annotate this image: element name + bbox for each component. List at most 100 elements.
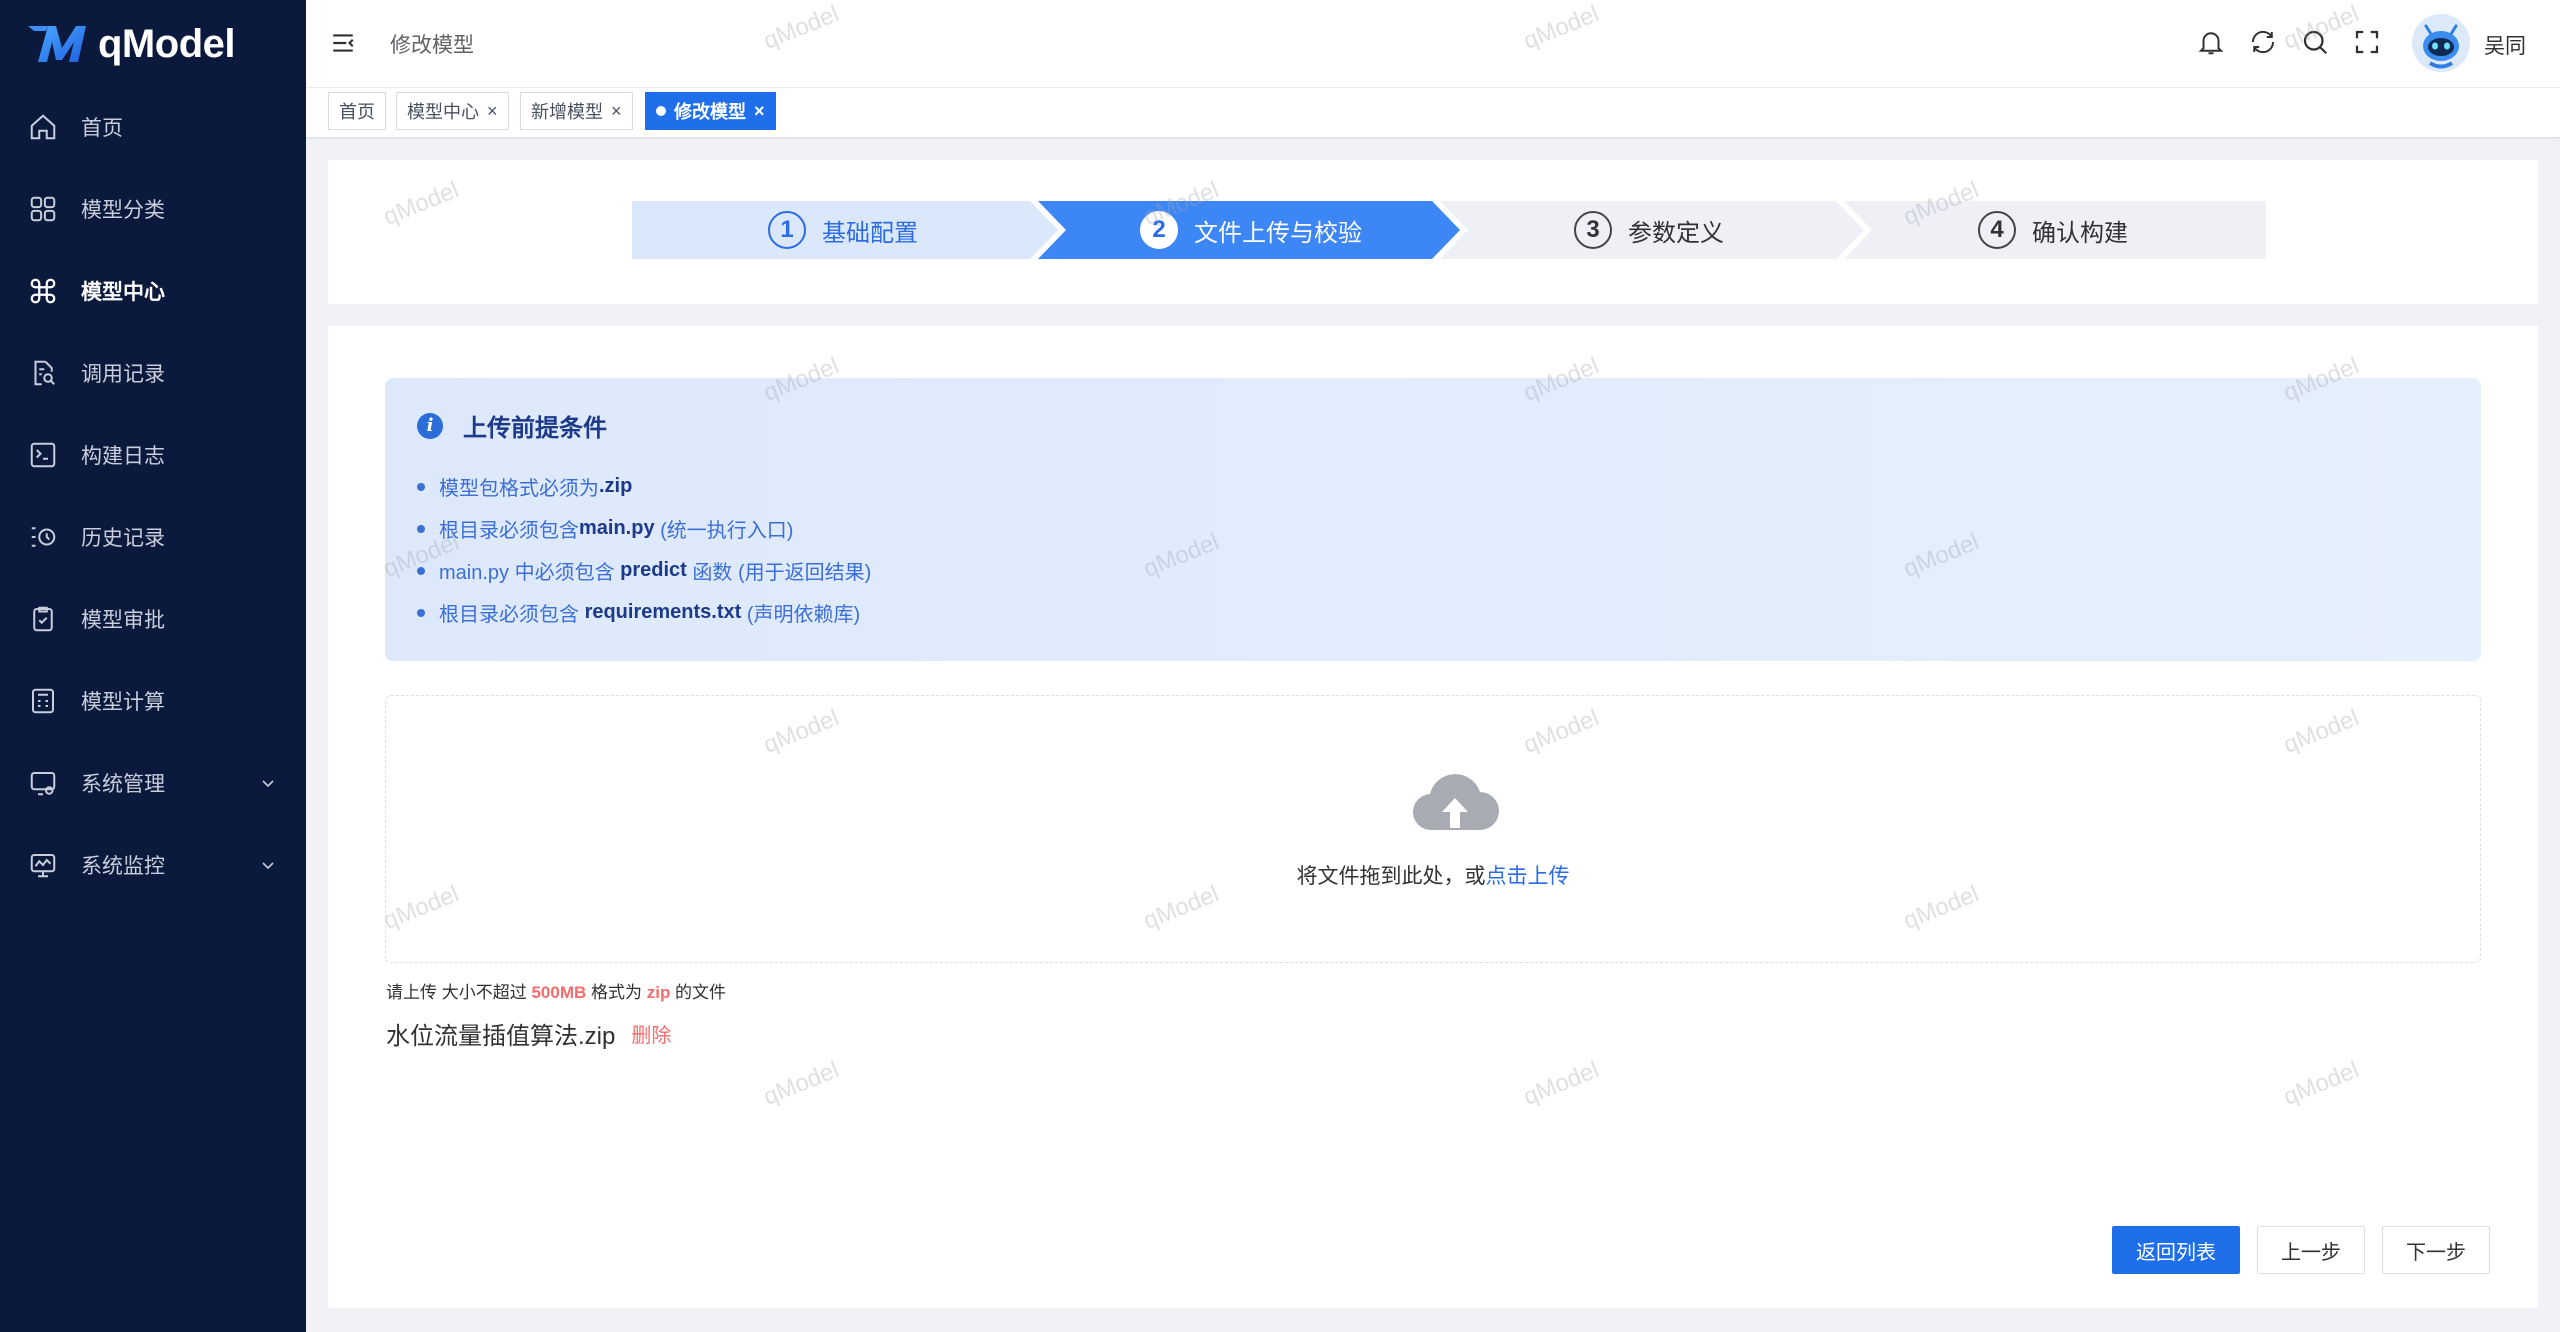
rule-item: 根目录必须包含 requirements.txt (声明依赖库): [417, 598, 860, 627]
home-icon: [30, 114, 56, 140]
upload-dropzone[interactable]: 将文件拖到此处，或点击上传: [385, 695, 2481, 963]
calculator-icon: [32, 688, 54, 714]
tip-text: 的文件: [670, 983, 727, 1002]
breadcrumb[interactable]: 修改模型: [390, 29, 474, 59]
close-icon[interactable]: ×: [754, 101, 765, 122]
chevron-down-icon: [262, 862, 274, 870]
sidebar-item-label: 首页: [81, 117, 123, 140]
rule-keyword: main.py: [579, 517, 655, 539]
step-number: 2: [1140, 211, 1178, 249]
sidebar-item-model-center[interactable]: 模型中心: [0, 260, 306, 322]
uploaded-file-item: 水位流量插值算法.zip 删除: [386, 1016, 671, 1051]
dropzone-text: 将文件拖到此处，或点击上传: [386, 860, 2480, 890]
grid-icon: [30, 196, 56, 222]
sidebar-item-build-logs[interactable]: 构建日志: [0, 424, 306, 486]
history-list-icon: [31, 527, 56, 547]
terminal-icon: [30, 442, 56, 468]
tag-label: 模型中心: [407, 102, 479, 122]
sidebar-item-label: 模型分类: [81, 199, 165, 222]
rule-keyword: requirements.txt: [584, 601, 742, 623]
sidebar-item-call-records[interactable]: 调用记录: [0, 342, 306, 404]
document-search-icon: [34, 360, 55, 386]
logo-mark-icon: [28, 26, 86, 62]
sidebar-item-label: 系统监控: [81, 855, 165, 878]
bullet-icon: [417, 566, 425, 575]
click-upload-link[interactable]: 点击上传: [1486, 865, 1570, 888]
brand-name: qModel: [98, 21, 235, 66]
step-4[interactable]: 4 确认构建: [1978, 201, 2128, 259]
close-icon[interactable]: ×: [611, 101, 622, 122]
sidebar: qModel 首页 模型分类 模型中心 调用记录 构建日志 历史记录 模型审批 …: [0, 0, 306, 1332]
app-logo[interactable]: qModel: [26, 20, 235, 68]
sidebar-item-history[interactable]: 历史记录: [0, 506, 306, 568]
clipboard-check-icon: [33, 606, 53, 632]
file-name: 水位流量插值算法.zip: [386, 1023, 616, 1050]
avatar[interactable]: [2412, 14, 2470, 72]
sidebar-item-label: 历史记录: [81, 527, 165, 550]
menu-fold-icon[interactable]: [330, 30, 356, 56]
step-number: 3: [1574, 211, 1612, 249]
rule-text: main.py 中必须包含: [439, 562, 621, 584]
delete-file-link[interactable]: 删除: [631, 1019, 671, 1048]
back-to-list-button[interactable]: 返回列表: [2112, 1226, 2240, 1274]
sidebar-item-compute[interactable]: 模型计算: [0, 670, 306, 732]
rule-keyword: predict: [620, 559, 687, 581]
step-number: 4: [1978, 211, 2016, 249]
sidebar-item-home[interactable]: 首页: [0, 96, 306, 158]
tip-text: 格式为: [586, 983, 647, 1002]
chevron-down-icon: [262, 780, 274, 788]
tag-label: 新增模型: [531, 102, 603, 122]
step-label: 确认构建: [2032, 219, 2128, 247]
tag-home[interactable]: 首页: [328, 92, 386, 130]
step-3[interactable]: 3 参数定义: [1574, 201, 1724, 259]
sidebar-item-label: 调用记录: [81, 363, 165, 386]
tag-model-center[interactable]: 模型中心 ×: [396, 92, 509, 130]
fullscreen-icon[interactable]: [2352, 27, 2382, 57]
tag-label: 修改模型: [674, 102, 746, 122]
rule-text: 模型包格式必须为: [439, 478, 599, 500]
monitor-chart-icon: [30, 854, 56, 878]
robot-avatar-icon: [2412, 14, 2470, 72]
step-1[interactable]: 1 基础配置: [768, 201, 918, 259]
rule-item: 根目录必须包含 main.py (统一执行入口): [417, 514, 793, 543]
tag-add-model[interactable]: 新增模型 ×: [520, 92, 633, 130]
tag-edit-model[interactable]: 修改模型 ×: [645, 92, 776, 130]
rule-text: 根目录必须包含: [439, 520, 579, 542]
bullet-icon: [417, 608, 425, 617]
tip-size: 500MB: [531, 983, 587, 1002]
bell-icon[interactable]: [2196, 27, 2226, 57]
tip-format: zip: [646, 983, 671, 1002]
sidebar-item-label: 模型审批: [81, 609, 165, 632]
step-label: 文件上传与校验: [1194, 219, 1362, 247]
rule-note: (统一执行入口): [654, 520, 794, 542]
rule-text: 根目录必须包含: [439, 604, 585, 626]
prev-step-button[interactable]: 上一步: [2257, 1226, 2365, 1274]
alert-title: 上传前提条件: [463, 415, 607, 442]
step-label: 基础配置: [822, 219, 918, 247]
step-number: 1: [768, 211, 806, 249]
bullet-icon: [417, 524, 425, 533]
main-card: i 上传前提条件 模型包格式必须为 .zip 根目录必须包含 main.py (…: [328, 326, 2538, 1308]
username[interactable]: 吴同: [2484, 30, 2526, 60]
command-icon: [30, 278, 56, 304]
sidebar-item-label: 系统管理: [81, 773, 165, 796]
close-icon[interactable]: ×: [487, 101, 498, 122]
sidebar-item-label: 构建日志: [81, 445, 165, 468]
step-label: 参数定义: [1628, 219, 1724, 247]
search-icon[interactable]: [2300, 27, 2330, 57]
sidebar-item-approval[interactable]: 模型审批: [0, 588, 306, 650]
top-header: 修改模型 吴同: [306, 0, 2560, 88]
refresh-icon[interactable]: [2248, 27, 2278, 57]
sidebar-item-system-manage[interactable]: 系统管理: [0, 752, 306, 814]
sidebar-item-system-monitor[interactable]: 系统监控: [0, 834, 306, 896]
tags-view: 首页 模型中心 × 新增模型 × 修改模型 ×: [306, 88, 2560, 138]
next-step-button[interactable]: 下一步: [2382, 1226, 2490, 1274]
bullet-icon: [417, 482, 425, 491]
prerequisite-alert: i 上传前提条件 模型包格式必须为 .zip 根目录必须包含 main.py (…: [385, 378, 2481, 661]
rule-keyword: .zip: [599, 475, 633, 497]
drag-hint: 将文件拖到此处，或: [1296, 865, 1486, 888]
step-2[interactable]: 2 文件上传与校验: [1140, 201, 1362, 259]
info-icon: i: [417, 412, 443, 439]
steps-card: 1 基础配置 2 文件上传与校验 3 参数定义 4 确认构建: [328, 160, 2538, 304]
sidebar-item-model-category[interactable]: 模型分类: [0, 178, 306, 240]
